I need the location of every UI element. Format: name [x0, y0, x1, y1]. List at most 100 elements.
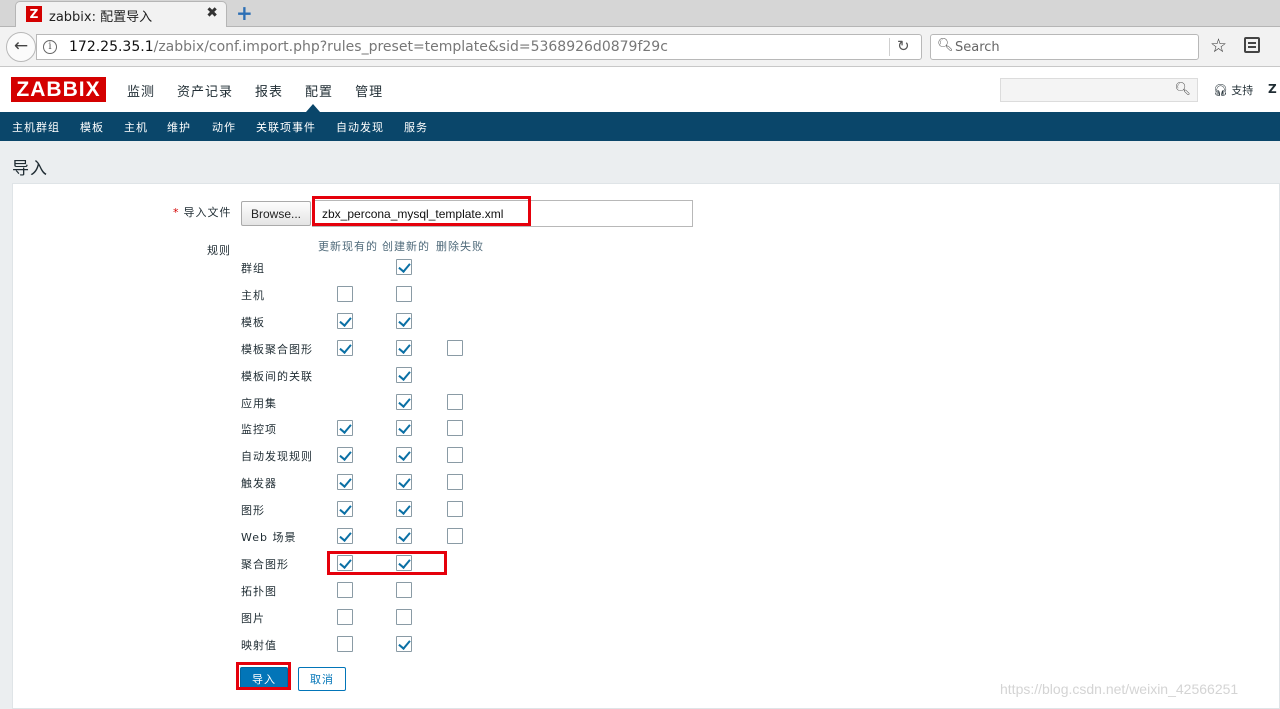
- tab-close-icon[interactable]: ✖: [206, 5, 218, 21]
- rule-label: 群组: [241, 262, 265, 275]
- info-icon[interactable]: i: [43, 40, 57, 54]
- url-text[interactable]: 172.25.35.1/zabbix/conf.import.php?rules…: [69, 39, 668, 55]
- rule-checkbox-delete-missing[interactable]: [447, 420, 463, 436]
- zabbix-header: ZABBIX 监测 资产记录 报表 配置 管理 🔍︎ 🎧︎ 支持 Z: [0, 67, 1280, 112]
- zabbix-search[interactable]: 🔍︎: [1000, 78, 1198, 102]
- top-menu-reports[interactable]: 报表: [255, 81, 283, 100]
- rule-checkbox-create-new[interactable]: [396, 528, 412, 544]
- browser-search-input[interactable]: [955, 37, 1195, 57]
- top-menu-monitoring[interactable]: 监测: [127, 81, 155, 100]
- rule-checkbox-delete-missing[interactable]: [447, 447, 463, 463]
- rule-label: 触发器: [241, 477, 277, 490]
- search-icon[interactable]: 🔍︎: [1174, 82, 1191, 97]
- top-menu-administration[interactable]: 管理: [355, 81, 383, 100]
- sub-menu-templates[interactable]: 模板: [80, 119, 104, 135]
- rule-label: Web 场景: [241, 531, 297, 544]
- rule-checkbox-create-new[interactable]: [396, 420, 412, 436]
- rule-label: 模板间的关联: [241, 370, 313, 383]
- new-tab-icon[interactable]: +: [236, 2, 254, 24]
- import-highlight-box: [236, 662, 291, 690]
- rule-checkbox-create-new[interactable]: [396, 636, 412, 652]
- import-form-panel: [12, 183, 1280, 709]
- rule-label: 聚合图形: [241, 558, 289, 571]
- sub-menu: 主机群组 模板 主机 维护 动作 关联项事件 自动发现 服务: [0, 112, 1280, 141]
- screens-highlight-box: [327, 551, 447, 575]
- browser-tab-bar: Z zabbix: 配置导入 ✖ +: [0, 0, 1280, 27]
- rule-checkbox-update-existing[interactable]: [337, 286, 353, 302]
- top-menu-configuration[interactable]: 配置: [305, 81, 333, 100]
- rule-checkbox-update-existing[interactable]: [337, 636, 353, 652]
- import-file-label: * 导入文件: [173, 204, 232, 220]
- active-menu-caret: [306, 104, 320, 112]
- browse-button[interactable]: Browse...: [241, 201, 311, 226]
- rule-label: 模板: [241, 316, 265, 329]
- rule-checkbox-create-new[interactable]: [396, 474, 412, 490]
- rule-checkbox-delete-missing[interactable]: [447, 501, 463, 517]
- rule-label: 模板聚合图形: [241, 343, 313, 356]
- sub-menu-event-correlation[interactable]: 关联项事件: [256, 119, 316, 135]
- url-path: /zabbix/conf.import.php?rules_preset=tem…: [153, 39, 668, 55]
- reload-icon[interactable]: ↻: [897, 37, 910, 55]
- rule-checkbox-update-existing[interactable]: [337, 340, 353, 356]
- rule-checkbox-create-new[interactable]: [396, 367, 412, 383]
- rule-checkbox-create-new[interactable]: [396, 447, 412, 463]
- top-menu: 监测 资产记录 报表 配置 管理: [127, 81, 405, 100]
- rule-label: 监控项: [241, 423, 277, 436]
- support-label: 支持: [1231, 84, 1254, 97]
- rule-checkbox-create-new[interactable]: [396, 313, 412, 329]
- column-create-new: 创建新的: [382, 240, 430, 253]
- rule-checkbox-create-new[interactable]: [396, 501, 412, 517]
- zabbix-logo[interactable]: ZABBIX: [11, 77, 106, 102]
- reader-icon[interactable]: [1244, 37, 1260, 53]
- rule-checkbox-update-existing[interactable]: [337, 582, 353, 598]
- sub-menu-maintenance[interactable]: 维护: [167, 119, 191, 135]
- url-separator: [889, 38, 890, 56]
- rule-checkbox-create-new[interactable]: [396, 259, 412, 275]
- bookmark-star-icon[interactable]: ☆: [1210, 35, 1227, 57]
- rule-label: 应用集: [241, 397, 277, 410]
- rule-label: 映射值: [241, 639, 277, 652]
- rule-checkbox-update-existing[interactable]: [337, 447, 353, 463]
- rule-checkbox-delete-missing[interactable]: [447, 340, 463, 356]
- sub-menu-hosts[interactable]: 主机: [124, 119, 148, 135]
- watermark-text: https://blog.csdn.net/weixin_42566251: [1000, 681, 1239, 697]
- search-icon: 🔍︎: [937, 38, 954, 53]
- rule-label: 图形: [241, 504, 265, 517]
- url-host: 172.25.35.1: [69, 39, 154, 55]
- sub-menu-discovery[interactable]: 自动发现: [336, 119, 384, 135]
- rule-checkbox-create-new[interactable]: [396, 582, 412, 598]
- rule-checkbox-create-new[interactable]: [396, 609, 412, 625]
- support-link[interactable]: 🎧︎ 支持: [1213, 82, 1253, 98]
- rule-checkbox-create-new[interactable]: [396, 340, 412, 356]
- rule-checkbox-update-existing[interactable]: [337, 609, 353, 625]
- rule-label: 自动发现规则: [241, 450, 313, 463]
- browser-search-bar[interactable]: 🔍︎: [930, 34, 1199, 60]
- url-bar[interactable]: i 172.25.35.1/zabbix/conf.import.php?rul…: [36, 34, 922, 60]
- sub-menu-actions[interactable]: 动作: [212, 119, 236, 135]
- rule-checkbox-delete-missing[interactable]: [447, 394, 463, 410]
- top-menu-inventory[interactable]: 资产记录: [177, 81, 233, 100]
- rule-checkbox-delete-missing[interactable]: [447, 474, 463, 490]
- tab-title: zabbix: 配置导入: [49, 10, 153, 25]
- sub-menu-host-groups[interactable]: 主机群组: [12, 119, 60, 135]
- back-arrow-icon[interactable]: ←: [6, 32, 36, 62]
- rule-checkbox-update-existing[interactable]: [337, 528, 353, 544]
- zabbix-search-input[interactable]: [1001, 79, 1171, 101]
- browser-tab[interactable]: Z zabbix: 配置导入 ✖: [15, 1, 227, 27]
- cancel-button[interactable]: 取消: [298, 667, 346, 691]
- share-icon[interactable]: Z: [1268, 82, 1277, 96]
- rule-checkbox-update-existing[interactable]: [337, 501, 353, 517]
- rule-label: 图片: [241, 612, 265, 625]
- browser-toolbar: i 172.25.35.1/zabbix/conf.import.php?rul…: [0, 27, 1280, 67]
- column-delete-missing: 删除失败: [436, 240, 484, 253]
- rule-label: 拓扑图: [241, 585, 277, 598]
- headset-icon: 🎧︎: [1213, 83, 1229, 97]
- rule-checkbox-update-existing[interactable]: [337, 420, 353, 436]
- rule-checkbox-delete-missing[interactable]: [447, 528, 463, 544]
- rule-checkbox-create-new[interactable]: [396, 394, 412, 410]
- rule-checkbox-create-new[interactable]: [396, 286, 412, 302]
- rule-checkbox-update-existing[interactable]: [337, 474, 353, 490]
- sub-menu-services[interactable]: 服务: [404, 119, 428, 135]
- zabbix-favicon-icon: Z: [26, 6, 42, 22]
- rule-checkbox-update-existing[interactable]: [337, 313, 353, 329]
